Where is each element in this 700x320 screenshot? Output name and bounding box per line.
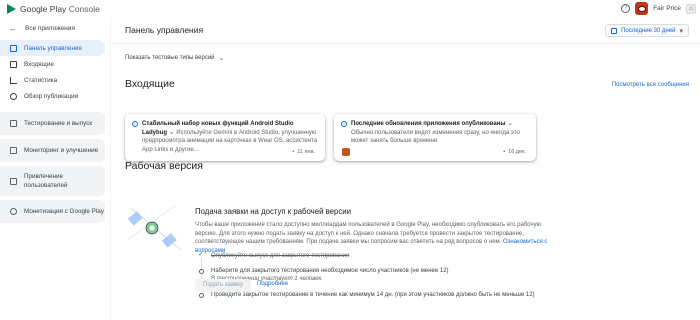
sidebar-item-statistics[interactable]: Статистика [0,72,110,88]
date-range-button[interactable]: Последние 30 дней ▾ [605,24,689,37]
all-apps-label: Все приложения [25,25,75,32]
sidebar-item-dashboard[interactable]: Панель управления [0,40,105,56]
chevron-down-icon: ▾ [679,27,683,35]
production-access-box: Подача заявки на доступ к рабочей версии… [125,200,550,314]
page-title: Панель управления [125,25,204,35]
sidebar-group-monitoring[interactable]: Мониторинг и улучшение [0,139,105,162]
sidebar-group-acquisition[interactable]: Привлечение пользователей [0,166,105,196]
app-eye-icon [637,5,646,12]
inbox-card[interactable]: i Последние обновления приложения опубли… [334,114,536,161]
monetization-icon [10,208,17,215]
show-test-versions-toggle[interactable]: Показать тестовые типы версий ⌄ [125,54,224,62]
stats-icon [10,76,17,84]
steps-list: ✓ Опубликуйте выпуск для закрытого тести… [195,251,555,299]
logo-text-brand: Google Play [20,3,67,14]
chevron-down-icon: ⌄ [507,120,514,127]
step-circle-icon [199,268,204,274]
app-avatar[interactable] [635,2,649,15]
all-apps-button[interactable]: ← Все приложения [0,17,110,40]
learn-more-link[interactable]: Подробнее [257,281,288,287]
monitoring-icon [10,147,17,154]
play-console-logo[interactable]: Google Play Console [7,3,100,14]
dashboard-icon [10,44,17,52]
satellite-illustration-icon [126,205,182,251]
app-icon [342,148,350,156]
play-logo-icon [7,3,16,14]
top-bar: Google Play Console ? Fair Price ⌂ [0,0,700,17]
inbox-icon [10,60,17,68]
sidebar-group-testing[interactable]: Тестирование и выпуск [0,112,105,135]
unread-dot-icon: • [292,149,295,155]
chevron-down-icon: ⌄ [168,128,175,136]
calendar-icon [611,27,618,34]
view-all-messages-link[interactable]: Посмотреть все сообщения [612,82,689,88]
publishing-icon [10,92,17,100]
check-icon: ✓ [198,251,204,258]
inbox-section-title: Входящие [125,78,175,90]
sidebar-item-inbox[interactable]: Входящие [0,56,110,72]
inbox-card[interactable]: i Стабильный набор новых функций Android… [125,114,325,161]
production-section-title: Рабочая версия [125,160,203,172]
card-body: Обычно пользователи видят изменения сраз… [351,129,520,145]
sidebar: ← Все приложения Панель управления Входя… [0,17,111,320]
unread-dot-icon: • [503,149,506,155]
account-icon[interactable]: ⌂ [686,3,696,14]
users-icon [10,177,17,185]
chevron-down-icon: ⌄ [218,55,225,62]
help-icon[interactable]: ? [621,4,631,13]
step-circle-icon [199,292,204,298]
logo-text-product: Console [68,3,100,14]
sidebar-group-monetization[interactable]: Монетизация с Google Play [0,200,105,223]
info-icon: i [132,121,138,127]
card-title: Последние обновления приложения опублико… [351,121,506,127]
production-box-title: Подача заявки на доступ к рабочей версии [195,207,351,216]
production-box-description: Чтобы ваше приложение стало доступно мил… [195,222,548,254]
card-date: • 11 янв. [292,149,315,155]
step-item: ✓ Опубликуйте выпуск для закрытого тести… [198,251,350,259]
main-content: Панель управления Последние 30 дней ▾ По… [112,17,700,320]
info-icon: i [341,121,347,127]
sidebar-item-publishing[interactable]: Обзор публикации [0,88,110,104]
apply-button[interactable]: Подать заявку [195,279,251,292]
card-date: • 16 дек. [503,149,526,155]
back-arrow-icon: ← [9,24,17,33]
release-icon [10,120,17,127]
account-name[interactable]: Fair Price [653,5,681,12]
